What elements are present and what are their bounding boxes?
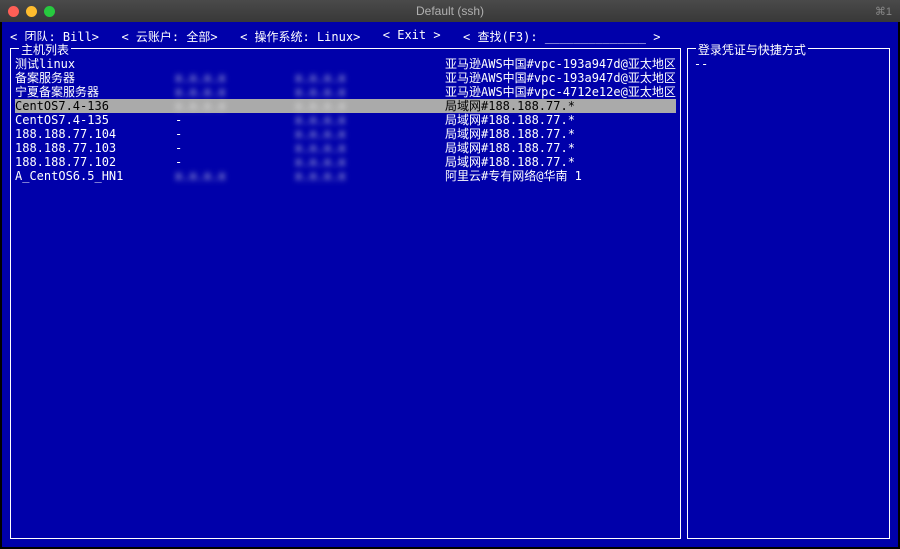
host-ip2: x.x.x.x (295, 99, 445, 113)
host-row[interactable]: 测试linux 亚马逊AWS中国#vpc-193a947d@亚太地区 (15, 57, 676, 71)
close-icon[interactable] (8, 6, 19, 17)
host-row[interactable]: 188.188.77.102-x.x.x.x局域网#188.188.77.* (15, 155, 676, 169)
host-location: 亚马逊AWS中国#vpc-4712e12e@亚太地区 (445, 85, 676, 99)
minimize-icon[interactable] (26, 6, 37, 17)
host-name: 188.188.77.104 (15, 127, 175, 141)
host-location: 亚马逊AWS中国#vpc-193a947d@亚太地区 (445, 71, 676, 85)
credentials-empty: -- (692, 57, 885, 71)
search-prefix: < 查找(F3): (463, 30, 545, 44)
host-location: 局域网#188.188.77.* (445, 127, 676, 141)
host-ip1: - (175, 113, 295, 127)
credentials-title: 登录凭证与快捷方式 (696, 41, 808, 58)
traffic-lights (8, 6, 55, 17)
host-location: 亚马逊AWS中国#vpc-193a947d@亚太地区 (445, 57, 676, 71)
host-ip1: x.x.x.x (175, 169, 295, 183)
host-row[interactable]: A_CentOS6.5_HN1x.x.x.xx.x.x.x阿里云#专有网络@华南… (15, 169, 676, 183)
credentials-panel: 登录凭证与快捷方式 -- (687, 48, 890, 539)
host-ip1: - (175, 141, 295, 155)
host-location: 局域网#188.188.77.* (445, 141, 676, 155)
panels: 主机列表 测试linux亚马逊AWS中国#vpc-193a947d@亚太地区备案… (10, 48, 890, 539)
host-ip1: - (175, 127, 295, 141)
host-ip1: x.x.x.x (175, 99, 295, 113)
host-ip2: x.x.x.x (295, 71, 445, 85)
host-ip1 (175, 57, 295, 71)
tab-indicator: ⌘1 (875, 5, 892, 18)
host-row[interactable]: 188.188.77.104-x.x.x.x局域网#188.188.77.* (15, 127, 676, 141)
host-list-panel: 主机列表 测试linux亚马逊AWS中国#vpc-193a947d@亚太地区备案… (10, 48, 681, 539)
menu-search[interactable]: < 查找(F3): ______________ > (463, 28, 660, 45)
menu-exit[interactable]: < Exit > (383, 28, 441, 45)
host-ip2: x.x.x.x (295, 113, 445, 127)
host-location: 阿里云#专有网络@华南 1 (445, 169, 676, 183)
host-ip1: - (175, 155, 295, 169)
host-ip2: x.x.x.x (295, 155, 445, 169)
window-frame: Default (ssh) ⌘1 < 团队: Bill> < 云账户: 全部> … (0, 0, 900, 549)
host-row[interactable]: 宁夏备案服务器x.x.x.xx.x.x.x亚马逊AWS中国#vpc-4712e1… (15, 85, 676, 99)
titlebar[interactable]: Default (ssh) ⌘1 (0, 0, 900, 22)
host-ip2: x.x.x.x (295, 85, 445, 99)
host-ip2: x.x.x.x (295, 127, 445, 141)
host-name: 备案服务器 (15, 71, 175, 85)
host-name: 宁夏备案服务器 (15, 85, 175, 99)
host-name: 188.188.77.103 (15, 141, 175, 155)
host-name: CentOS7.4-135 (15, 113, 175, 127)
host-name: A_CentOS6.5_HN1 (15, 169, 175, 183)
host-location: 局域网#188.188.77.* (445, 99, 676, 113)
host-row[interactable]: CentOS7.4-135-x.x.x.x局域网#188.188.77.* (15, 113, 676, 127)
host-row[interactable]: 备案服务器x.x.x.xx.x.x.x亚马逊AWS中国#vpc-193a947d… (15, 71, 676, 85)
host-ip1: x.x.x.x (175, 85, 295, 99)
host-ip1: x.x.x.x (175, 71, 295, 85)
host-row[interactable]: 188.188.77.103-x.x.x.x局域网#188.188.77.* (15, 141, 676, 155)
host-row[interactable]: CentOS7.4-136x.x.x.xx.x.x.x局域网#188.188.7… (15, 99, 676, 113)
host-ip2: x.x.x.x (295, 141, 445, 155)
host-list-title: 主机列表 (19, 41, 71, 58)
search-suffix: > (646, 30, 660, 44)
zoom-icon[interactable] (44, 6, 55, 17)
terminal-area: < 团队: Bill> < 云账户: 全部> < 操作系统: Linux> < … (0, 22, 900, 549)
host-location: 局域网#188.188.77.* (445, 155, 676, 169)
menu-os[interactable]: < 操作系统: Linux> (240, 28, 360, 45)
host-name: 测试linux (15, 57, 175, 71)
host-location: 局域网#188.188.77.* (445, 113, 676, 127)
host-ip2: x.x.x.x (295, 169, 445, 183)
host-list[interactable]: 测试linux亚马逊AWS中国#vpc-193a947d@亚太地区备案服务器x.… (15, 57, 676, 183)
search-input[interactable]: ______________ (545, 30, 646, 44)
host-name: CentOS7.4-136 (15, 99, 175, 113)
host-name: 188.188.77.102 (15, 155, 175, 169)
window-title: Default (ssh) (416, 4, 484, 18)
menu-cloud-account[interactable]: < 云账户: 全部> (121, 28, 217, 45)
host-ip2 (295, 57, 445, 71)
